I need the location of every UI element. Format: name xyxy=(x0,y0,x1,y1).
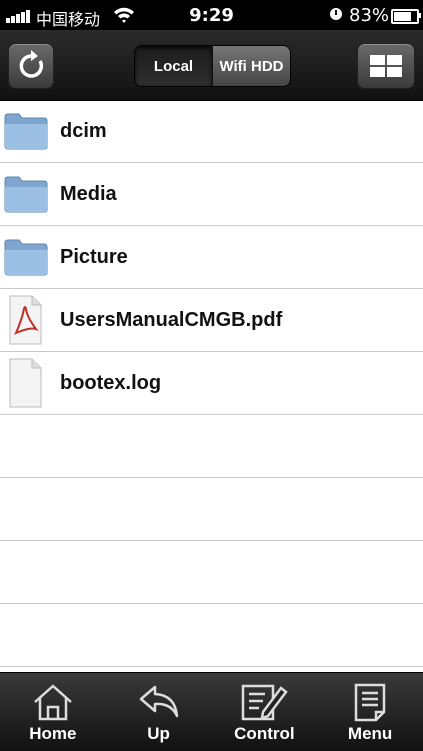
file-name: UsersManualCMGB.pdf xyxy=(60,309,283,331)
bottom-tab-bar: Home Up Control Menu xyxy=(0,672,423,751)
status-bar: 中国移动 9:29 83% xyxy=(0,0,423,30)
battery-icon xyxy=(391,9,419,24)
file-name: Picture xyxy=(60,246,128,268)
folder-icon xyxy=(4,176,48,213)
tab-menu[interactable]: Menu xyxy=(317,673,423,751)
up-arrow-icon xyxy=(139,685,178,718)
list-item-dcim[interactable]: dcim xyxy=(0,100,423,163)
document-file-icon xyxy=(9,358,42,408)
grid-view-button[interactable] xyxy=(357,43,415,89)
refresh-button[interactable] xyxy=(8,43,54,89)
segment-wifi-hdd[interactable]: Wifi HDD xyxy=(212,46,290,86)
pdf-file-icon xyxy=(9,295,42,345)
tab-label: Control xyxy=(234,724,295,743)
battery-percent: 83% xyxy=(349,5,390,26)
file-list[interactable]: dcim Media Picture UsersManualCMGB.pdf b… xyxy=(0,100,423,672)
tab-label: Menu xyxy=(347,724,393,743)
file-name: bootex.log xyxy=(60,372,162,394)
list-item-usersmanual-pdf[interactable]: UsersManualCMGB.pdf xyxy=(0,289,423,352)
home-icon xyxy=(34,684,72,721)
list-item-bootex-log[interactable]: bootex.log xyxy=(0,352,423,415)
file-name: Media xyxy=(60,183,117,205)
source-segmented-control[interactable]: Local Wifi HDD xyxy=(134,45,291,87)
tab-control[interactable]: Control xyxy=(212,673,318,751)
empty-row xyxy=(0,415,423,478)
tab-label: Up xyxy=(147,724,170,743)
empty-row xyxy=(0,604,423,667)
empty-row xyxy=(0,478,423,541)
edit-icon xyxy=(242,684,289,721)
alarm-clock-icon xyxy=(330,8,342,20)
folder-icon xyxy=(4,113,48,150)
empty-row xyxy=(0,541,423,604)
list-item-media[interactable]: Media xyxy=(0,163,423,226)
list-item-picture[interactable]: Picture xyxy=(0,226,423,289)
folder-icon xyxy=(4,239,48,276)
refresh-icon xyxy=(19,50,44,78)
file-name: dcim xyxy=(60,120,107,142)
segment-local[interactable]: Local xyxy=(135,46,212,86)
tab-up[interactable]: Up xyxy=(106,673,212,751)
tab-home[interactable]: Home xyxy=(0,673,106,751)
menu-document-icon xyxy=(354,683,386,722)
tab-label: Home xyxy=(29,724,77,743)
toolbar: Local Wifi HDD xyxy=(0,30,423,101)
grid-view-icon xyxy=(370,55,402,77)
battery-tip xyxy=(419,13,421,18)
